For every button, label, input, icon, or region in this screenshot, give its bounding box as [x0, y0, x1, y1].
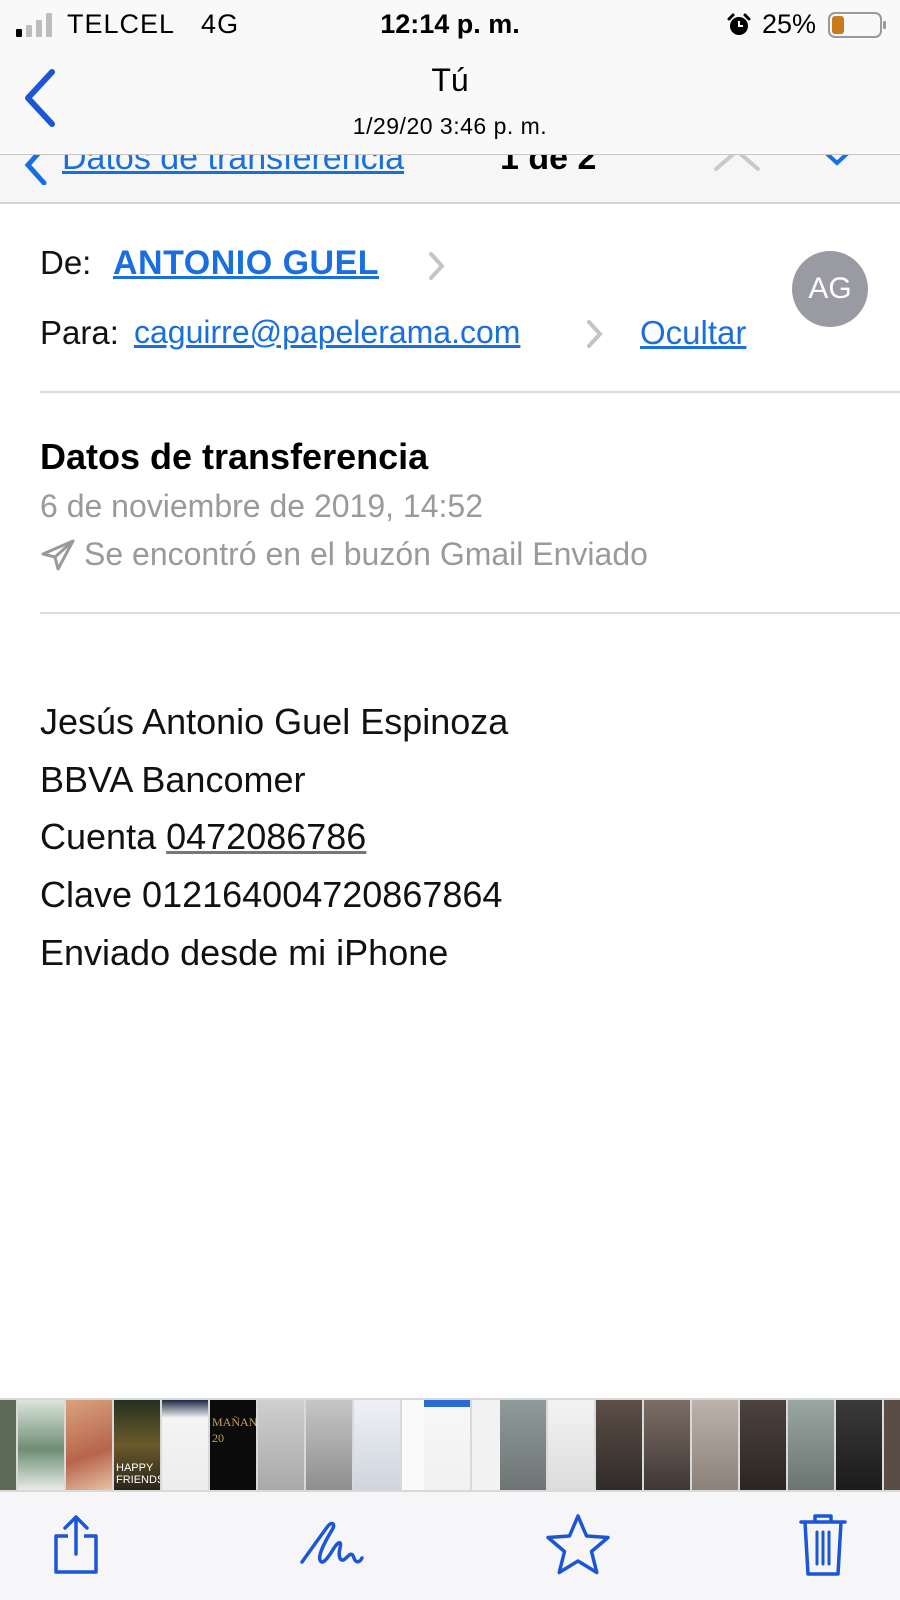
nav-title: Tú: [431, 62, 469, 98]
header-divider: [40, 391, 900, 393]
body-bank: BBVA Bancomer: [40, 759, 306, 800]
message-count: 1 de 2: [500, 155, 597, 177]
status-bar: TELCEL 4G 12:14 p. m. 25%: [0, 0, 900, 50]
bottom-toolbar: [0, 1492, 900, 1600]
thumbnail-strip[interactable]: HAPPY FRIENDS MAÑANA 20: [0, 1398, 900, 1492]
thumbnail[interactable]: [18, 1400, 64, 1490]
from-label: De:: [40, 244, 92, 281]
thumbnail[interactable]: [788, 1400, 834, 1490]
share-icon[interactable]: [50, 1514, 102, 1576]
thumbnail[interactable]: [596, 1400, 642, 1490]
thumbnail-caption: MAÑANA 20: [212, 1415, 256, 1445]
email-subject: Datos de transferencia: [40, 436, 429, 477]
thumbnail[interactable]: [500, 1400, 546, 1490]
avatar: AG: [792, 251, 868, 327]
thumbnail[interactable]: [472, 1400, 500, 1490]
to-address-link[interactable]: caguirre@papelerama.com: [134, 314, 520, 351]
nav-subtitle: 1/29/20 3:46 p. m.: [352, 113, 548, 139]
previous-message-icon[interactable]: [712, 155, 762, 173]
email-date: 6 de noviembre de 2019, 14:52: [40, 488, 483, 524]
body-name: Jesús Antonio Guel Espinoza: [40, 701, 509, 742]
thumbnail[interactable]: [306, 1400, 352, 1490]
trash-icon[interactable]: [798, 1512, 848, 1578]
alarm-icon: [727, 13, 751, 35]
favorite-icon[interactable]: [544, 1512, 612, 1578]
body-account-label: Cuenta: [40, 816, 157, 857]
sent-paper-plane-icon: [41, 539, 75, 571]
thumbnail[interactable]: [0, 1400, 16, 1490]
nav-header: Tú 1/29/20 3:46 p. m.: [0, 50, 900, 155]
thumbnail-caption: HAPPY FRIENDS: [116, 1462, 160, 1486]
to-label: Para:: [40, 314, 119, 351]
battery-icon: [828, 12, 886, 38]
thumbnail[interactable]: [66, 1400, 112, 1490]
to-chevron-icon[interactable]: [585, 318, 605, 350]
battery-percent: 25%: [762, 9, 817, 39]
mail-back-link[interactable]: Datos de transferencia: [62, 155, 404, 178]
thumbnail[interactable]: [162, 1400, 208, 1490]
thumbnail[interactable]: [548, 1400, 594, 1490]
battery-level-fill: [832, 16, 844, 34]
body-signature: Enviado desde mi iPhone: [40, 932, 449, 973]
body-clabe: Clave 012164004720867864: [40, 874, 503, 915]
next-message-icon[interactable]: [820, 155, 854, 169]
thumbnail[interactable]: [836, 1400, 882, 1490]
thumbnail[interactable]: [354, 1400, 400, 1490]
body-account-number[interactable]: 0472086786: [166, 816, 366, 857]
thumbnail[interactable]: HAPPY FRIENDS: [114, 1400, 160, 1490]
subject-divider: [40, 612, 900, 614]
mail-toolbar: Datos de transferencia 1 de 2: [0, 155, 900, 204]
thumbnail[interactable]: MAÑANA 20: [210, 1400, 256, 1490]
thumbnail[interactable]: [258, 1400, 304, 1490]
thumbnail[interactable]: [644, 1400, 690, 1490]
body-account: Cuenta 0472086786: [40, 816, 366, 858]
markup-icon[interactable]: [298, 1518, 366, 1574]
from-chevron-icon[interactable]: [427, 250, 447, 282]
mailbox-info: Se encontró en el buzón Gmail Enviado: [84, 536, 648, 572]
hide-details-link[interactable]: Ocultar: [640, 314, 746, 352]
from-sender-link[interactable]: ANTONIO GUEL: [113, 244, 379, 283]
thumbnail[interactable]: [740, 1400, 786, 1490]
mail-back-chevron-icon[interactable]: [20, 155, 50, 185]
thumbnail[interactable]: [424, 1400, 470, 1490]
thumbnail[interactable]: [884, 1400, 900, 1490]
thumbnail[interactable]: [402, 1400, 424, 1490]
thumbnail[interactable]: [692, 1400, 738, 1490]
